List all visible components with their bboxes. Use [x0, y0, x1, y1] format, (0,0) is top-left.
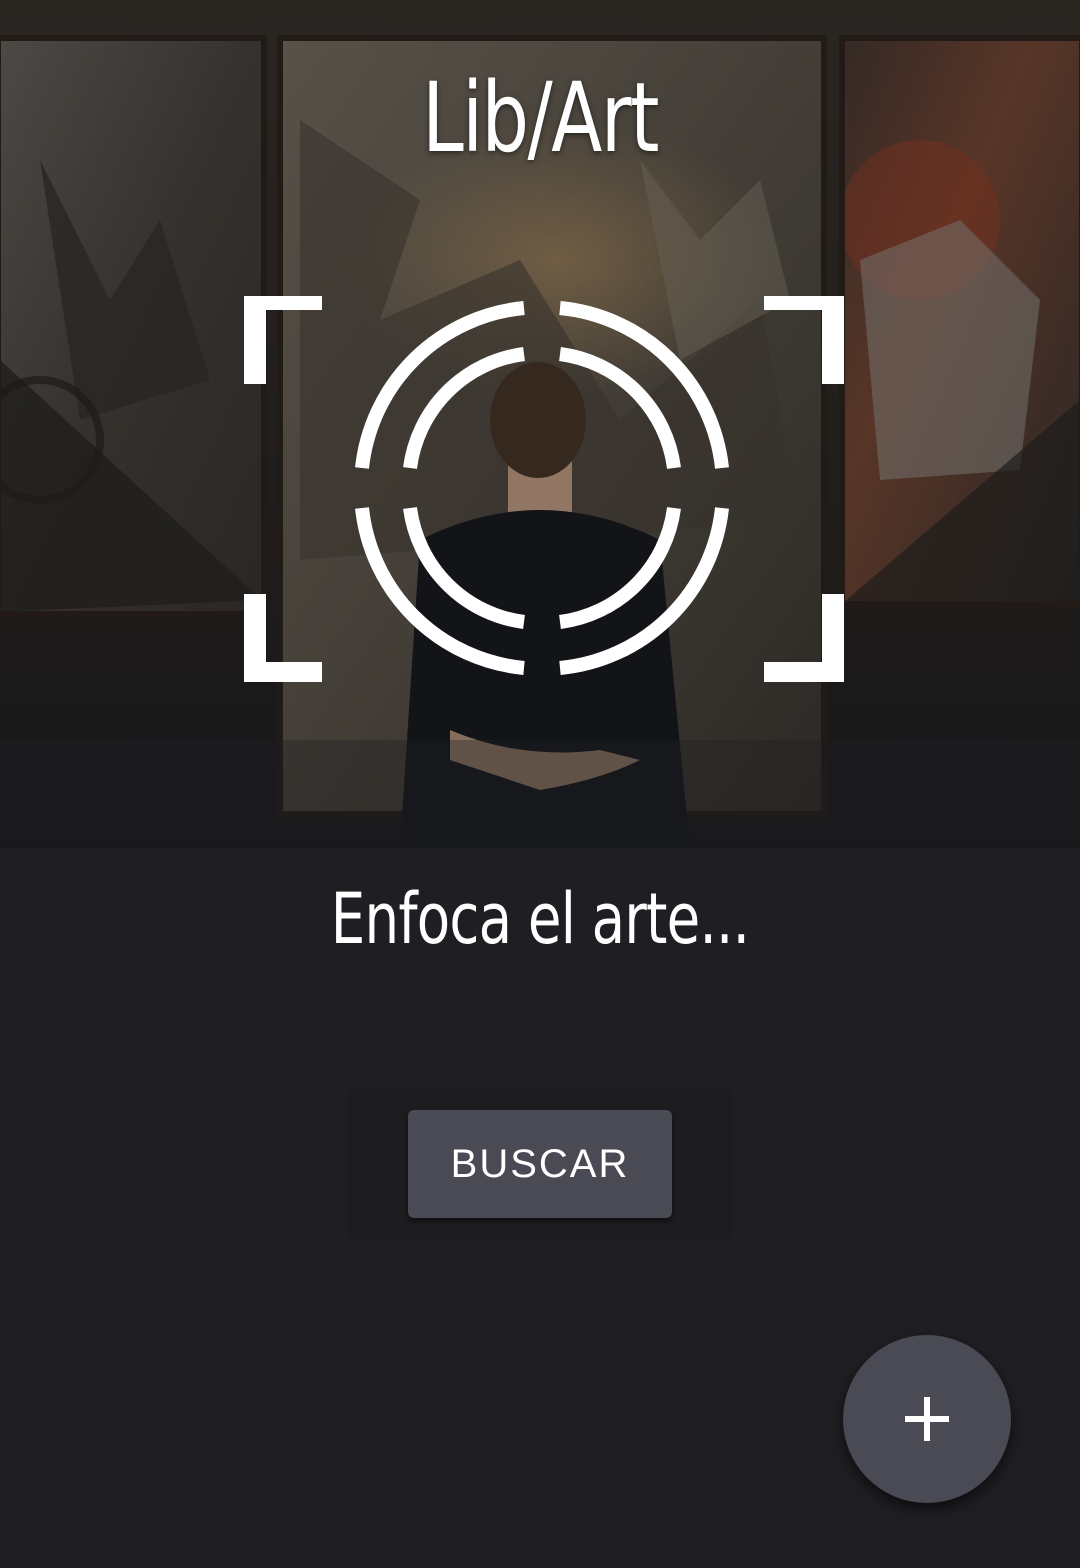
- plus-icon: [905, 1397, 949, 1441]
- scan-target-icon: [244, 296, 844, 682]
- search-button[interactable]: BUSCAR: [408, 1110, 672, 1218]
- hero-subtitle: Enfoca el arte...: [330, 878, 750, 960]
- crosshair-icon: [355, 301, 729, 675]
- app-title: Lib/Art: [422, 62, 659, 174]
- app-screen: Lib/Art Enfoca el arte... BUSCAR: [0, 0, 1080, 1568]
- add-fab-button[interactable]: [843, 1335, 1011, 1503]
